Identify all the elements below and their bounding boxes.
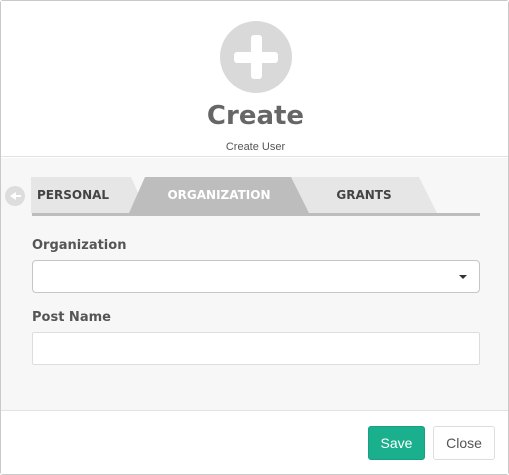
save-button[interactable]: Save xyxy=(368,426,425,460)
create-user-modal: Create Create User PERSONAL GRANTS ORGAN… xyxy=(0,0,509,475)
tab-underline xyxy=(32,213,480,216)
modal-title: Create xyxy=(206,101,305,131)
organization-select[interactable] xyxy=(32,260,480,293)
post-name-label: Post Name xyxy=(32,310,111,325)
tab-personal-label: PERSONAL xyxy=(37,188,110,202)
organization-label: Organization xyxy=(32,238,127,253)
modal-footer: Save Close xyxy=(1,410,508,474)
modal-subtitle: Create User xyxy=(225,141,286,153)
plus-circle-icon xyxy=(220,21,292,93)
tab-organization-label: ORGANIZATION xyxy=(167,188,271,202)
modal-body: PERSONAL GRANTS ORGANIZATION Organizatio… xyxy=(1,158,508,410)
close-button[interactable]: Close xyxy=(433,426,495,460)
tab-grants[interactable]: GRANTS xyxy=(291,177,437,213)
caret-down-icon xyxy=(459,275,467,279)
modal-header: Create Create User xyxy=(1,1,508,157)
back-arrow-icon[interactable] xyxy=(5,186,25,206)
post-name-input[interactable] xyxy=(32,332,480,365)
tab-organization[interactable]: ORGANIZATION xyxy=(129,177,309,213)
tab-grants-label: GRANTS xyxy=(336,188,392,202)
